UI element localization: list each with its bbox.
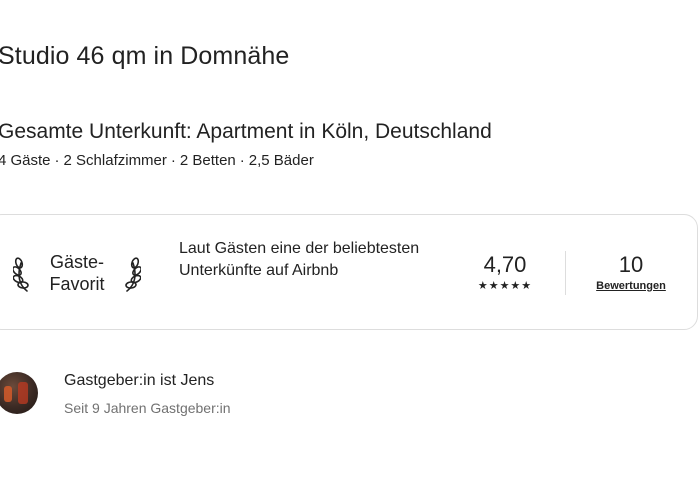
host-since: Seit 9 Jahren Gastgeber:in (64, 400, 231, 416)
listing-title: Studio 46 qm in Domnähe (0, 42, 290, 70)
star-rating-icon: ★★★★★ (477, 280, 533, 292)
listing-subtitle: Gesamte Unterkunft: Apartment in Köln, D… (0, 120, 492, 143)
detail-separator: · (54, 152, 60, 169)
host-section: Gastgeber:in ist Jens Seit 9 Jahren Gast… (0, 370, 396, 420)
detail-bedrooms: 2 Schlafzimmer (63, 152, 167, 169)
host-avatar[interactable] (0, 372, 38, 414)
rating-block: 4,70 ★★★★★ (457, 251, 553, 293)
badge-line-2: Favorit (49, 274, 105, 294)
detail-beds: 2 Betten (179, 152, 236, 169)
reviews-link[interactable]: Bewertungen (583, 279, 679, 293)
guest-favorite-description: Laut Gästen eine der beliebtesten Unterk… (179, 240, 420, 279)
detail-separator: · (170, 152, 176, 169)
laurel-right-icon (125, 257, 141, 292)
avatar-image-detail (18, 382, 28, 404)
stats-divider (565, 251, 566, 295)
host-name: Gastgeber:in ist Jens (64, 372, 215, 389)
guest-favorite-card: Gäste- Favorit Laut Gästen eine der beli… (0, 214, 698, 330)
detail-separator: · (239, 152, 245, 169)
reviews-block[interactable]: 10 Bewertungen (583, 251, 679, 293)
detail-guests: 4 Gäste (0, 152, 51, 169)
avatar-image-detail (4, 386, 12, 402)
detail-baths: 2,5 Bäder (248, 152, 314, 169)
guest-favorite-badge: Gäste- Favorit (13, 251, 141, 297)
listing-page: Studio 46 qm in Domnähe Gesamte Unterkun… (0, 0, 700, 500)
review-count[interactable]: 10 (583, 251, 679, 279)
rating-value: 4,70 (483, 252, 527, 277)
listing-details: 4 Gäste · 2 Schlafzimmer · 2 Betten · 2,5 Bäde… (0, 152, 314, 169)
badge-line-1: Gäste- (49, 252, 105, 272)
guest-favorite-label: Gäste- Favorit (33, 251, 121, 295)
